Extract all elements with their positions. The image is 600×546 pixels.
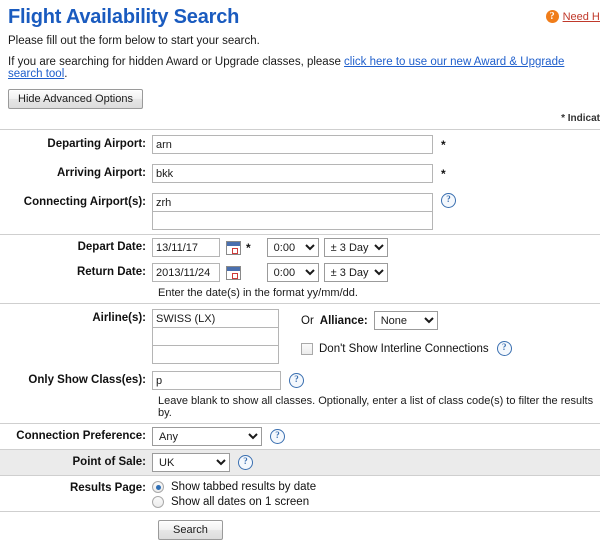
arriving-airport-row: Arriving Airport: * — [0, 159, 600, 188]
return-date-input[interactable] — [152, 263, 220, 282]
airline-input-3[interactable] — [152, 345, 279, 364]
question-circle-orange-icon: ? — [546, 10, 559, 23]
only-show-classes-input[interactable] — [152, 371, 281, 390]
airlines-row: Airline(s): Or Alliance: None Don't Show… — [0, 304, 600, 368]
interline-label: Don't Show Interline Connections — [319, 343, 489, 355]
results-page-option-tabbed[interactable]: Show tabbed results by date — [152, 481, 316, 493]
search-button[interactable]: Search — [158, 520, 223, 540]
alliance-and-interline-col: Or Alliance: None Don't Show Interline C… — [301, 309, 512, 356]
radio-all-dates[interactable] — [152, 496, 164, 508]
point-of-sale-select[interactable]: UK — [152, 453, 230, 472]
alliance-or-text: Or — [301, 315, 314, 327]
only-show-classes-row: Only Show Class(es): ? — [0, 368, 600, 393]
page-header: ? Need He Flight Availability Search Ple… — [0, 6, 600, 80]
radio-all-dates-label: Show all dates on 1 screen — [171, 496, 309, 508]
alliance-label: Alliance: — [320, 315, 368, 327]
only-show-classes-label: Only Show Class(es): — [0, 371, 152, 386]
arriving-airport-label: Arriving Airport: — [0, 164, 152, 179]
depart-date-row: Depart Date: * 0:00 ± 3 Days — [0, 235, 600, 260]
depart-date-required-star: * — [246, 242, 251, 254]
required-indicator-note: * Indicat — [0, 113, 600, 124]
interline-row[interactable]: Don't Show Interline Connections ? — [301, 341, 512, 356]
airlines-section: Airline(s): Or Alliance: None Don't Show… — [0, 303, 600, 423]
departing-airport-input[interactable] — [152, 135, 433, 154]
departing-airport-required-star: * — [441, 139, 446, 151]
search-section: Search — [0, 511, 600, 546]
search-button-wrap: Search — [0, 512, 600, 546]
connection-preference-select[interactable]: Any — [152, 427, 262, 446]
connection-preference-row: Connection Preference: Any ? — [0, 424, 600, 449]
connecting-airport-input-2[interactable] — [152, 211, 433, 230]
only-show-classes-help-icon[interactable]: ? — [289, 373, 304, 388]
connecting-airports-label: Connecting Airport(s): — [0, 193, 152, 208]
connection-preference-section: Connection Preference: Any ? — [0, 423, 600, 449]
hide-advanced-options-button[interactable]: Hide Advanced Options — [8, 89, 143, 109]
point-of-sale-label: Point of Sale: — [0, 453, 152, 468]
airports-section: Departing Airport: * Arriving Airport: *… — [0, 129, 600, 234]
connection-preference-label: Connection Preference: — [0, 427, 152, 442]
hide-advanced-options-wrap: Hide Advanced Options — [0, 89, 600, 109]
page-title: Flight Availability Search — [8, 6, 592, 29]
dates-section: Depart Date: * 0:00 ± 3 Days Return Date… — [0, 234, 600, 303]
departing-airport-label: Departing Airport: — [0, 135, 152, 150]
connecting-airports-help-icon[interactable]: ? — [441, 193, 456, 208]
return-date-row: Return Date: * 0:00 ± 3 Days — [0, 260, 600, 285]
point-of-sale-section: Point of Sale: UK ? — [0, 449, 600, 475]
radio-tabbed-results[interactable] — [152, 481, 164, 493]
point-of-sale-help-icon[interactable]: ? — [238, 455, 253, 470]
interline-checkbox[interactable] — [301, 343, 313, 355]
need-help-link[interactable]: Need He — [563, 11, 600, 23]
return-date-range-select[interactable]: ± 3 Days — [324, 263, 388, 282]
date-format-hint: Enter the date(s) in the format yy/mm/dd… — [0, 285, 600, 303]
depart-time-select[interactable]: 0:00 — [267, 238, 319, 257]
intro-text-2: If you are searching for hidden Award or… — [8, 56, 592, 80]
need-help-area[interactable]: ? Need He — [546, 10, 600, 23]
depart-date-label: Depart Date: — [0, 238, 152, 253]
results-page-radio-group: Show tabbed results by date Show all dat… — [152, 479, 316, 508]
connecting-airports-inputs — [152, 193, 433, 229]
connection-preference-help-icon[interactable]: ? — [270, 429, 285, 444]
results-page-label: Results Page: — [0, 479, 152, 494]
airline-input-2[interactable] — [152, 327, 279, 346]
airline-input-1[interactable] — [152, 309, 279, 328]
depart-date-range-select[interactable]: ± 3 Days — [324, 238, 388, 257]
connecting-airports-row: Connecting Airport(s): ? — [0, 188, 600, 234]
alliance-select[interactable]: None — [374, 311, 438, 330]
alliance-row: Or Alliance: None — [301, 311, 512, 330]
intro-text-1: Please fill out the form below to start … — [8, 35, 592, 47]
calendar-icon[interactable] — [226, 241, 241, 255]
departing-airport-row: Departing Airport: * — [0, 130, 600, 159]
calendar-icon[interactable] — [226, 266, 241, 280]
intro-text-2-prefix: If you are searching for hidden Award or… — [8, 56, 344, 68]
arriving-airport-required-star: * — [441, 168, 446, 180]
airlines-label: Airline(s): — [0, 309, 152, 324]
depart-date-input[interactable] — [152, 238, 220, 257]
intro-text-2-suffix: . — [64, 68, 67, 80]
return-date-label: Return Date: — [0, 263, 152, 278]
only-show-classes-hint: Leave blank to show all classes. Optiona… — [0, 393, 600, 423]
point-of-sale-row: Point of Sale: UK ? — [0, 450, 600, 475]
arriving-airport-input[interactable] — [152, 164, 433, 183]
return-time-select[interactable]: 0:00 — [267, 263, 319, 282]
radio-tabbed-results-label: Show tabbed results by date — [171, 481, 316, 493]
interline-help-icon[interactable]: ? — [497, 341, 512, 356]
results-page-option-all-dates[interactable]: Show all dates on 1 screen — [152, 496, 316, 508]
connecting-airport-input-1[interactable] — [152, 193, 433, 212]
airlines-inputs — [152, 309, 279, 363]
